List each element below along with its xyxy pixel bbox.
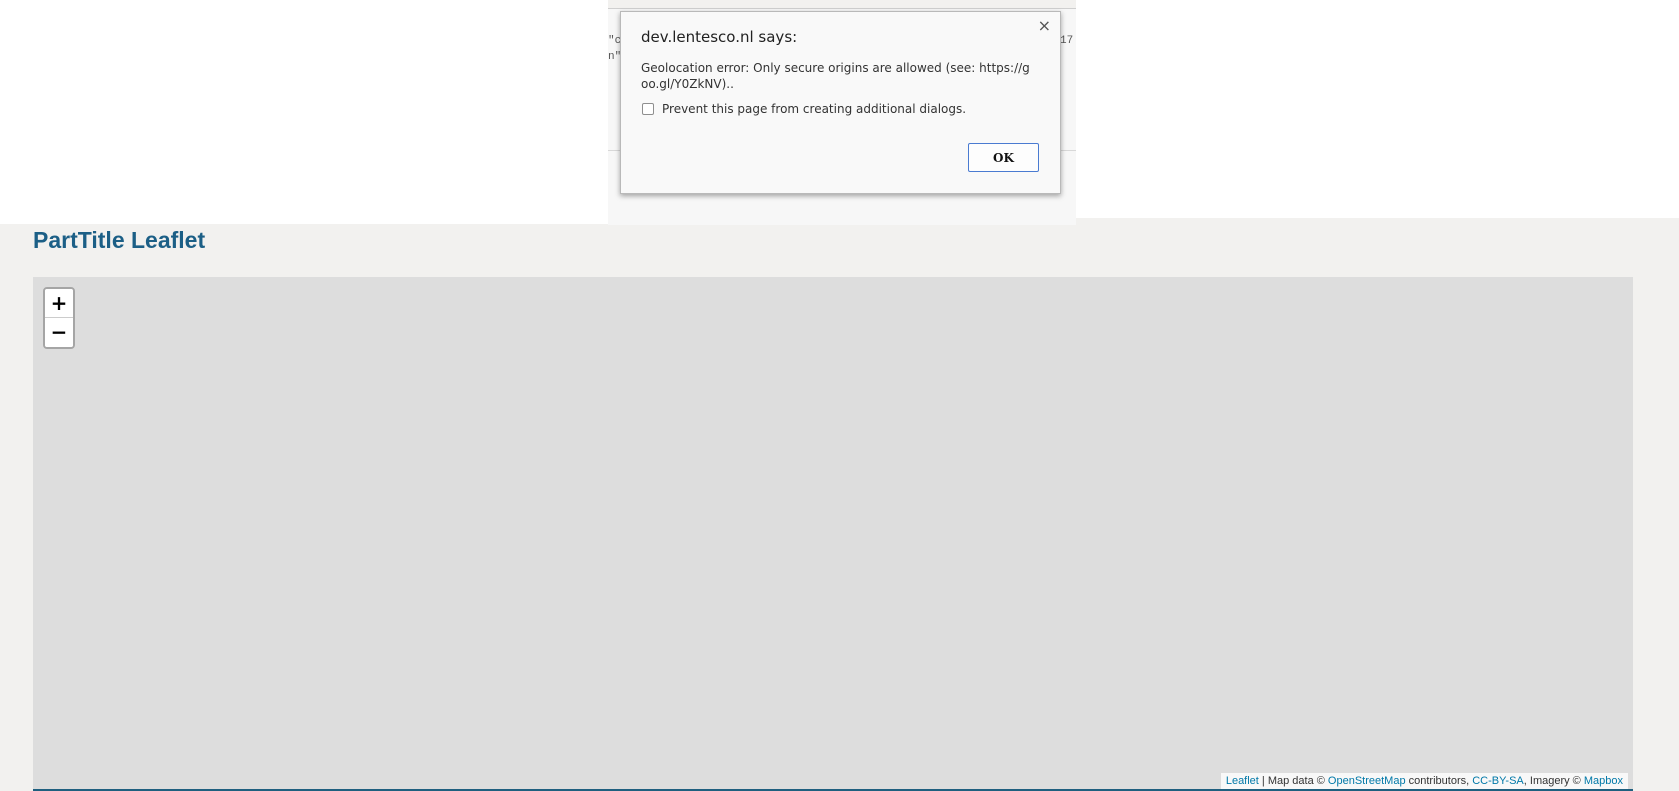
ok-button[interactable]: OK: [968, 143, 1039, 172]
openstreetmap-link[interactable]: OpenStreetMap: [1328, 775, 1406, 787]
zoom-control: + −: [43, 287, 75, 349]
zoom-in-button[interactable]: +: [45, 289, 73, 318]
map-attribution: Leaflet | Map data © OpenStreetMap contr…: [1220, 773, 1628, 789]
page-root: "c 17 n" × dev.lentesco.nl says: Geoloca…: [0, 0, 1679, 791]
attribution-text: | Map data ©: [1258, 775, 1328, 787]
leaflet-link[interactable]: Leaflet: [1226, 775, 1259, 787]
mapbox-link[interactable]: Mapbox: [1584, 775, 1623, 787]
prevent-dialogs-label[interactable]: Prevent this page from creating addition…: [662, 102, 966, 116]
alert-dialog: × dev.lentesco.nl says: Geolocation erro…: [620, 11, 1061, 194]
attribution-text: , Imagery ©: [1523, 775, 1584, 787]
leaflet-map[interactable]: + − Leaflet | Map data © OpenStreetMap c…: [33, 277, 1633, 791]
prevent-dialogs-checkbox[interactable]: [642, 103, 654, 115]
code-fragment: 17: [1060, 35, 1074, 47]
dialog-message: Geolocation error: Only secure origins a…: [641, 61, 1030, 91]
zoom-out-button[interactable]: −: [45, 318, 73, 347]
page-title: PartTitle Leaflet: [33, 227, 206, 253]
page-background-right: [1076, 0, 1679, 218]
dialog-title: dev.lentesco.nl says:: [641, 28, 798, 46]
prevent-dialogs-row[interactable]: Prevent this page from creating addition…: [642, 102, 966, 116]
license-link[interactable]: CC-BY-SA: [1472, 775, 1524, 787]
page-background-left: [0, 0, 608, 224]
attribution-text: contributors,: [1405, 775, 1473, 787]
close-icon[interactable]: ×: [1038, 18, 1051, 34]
